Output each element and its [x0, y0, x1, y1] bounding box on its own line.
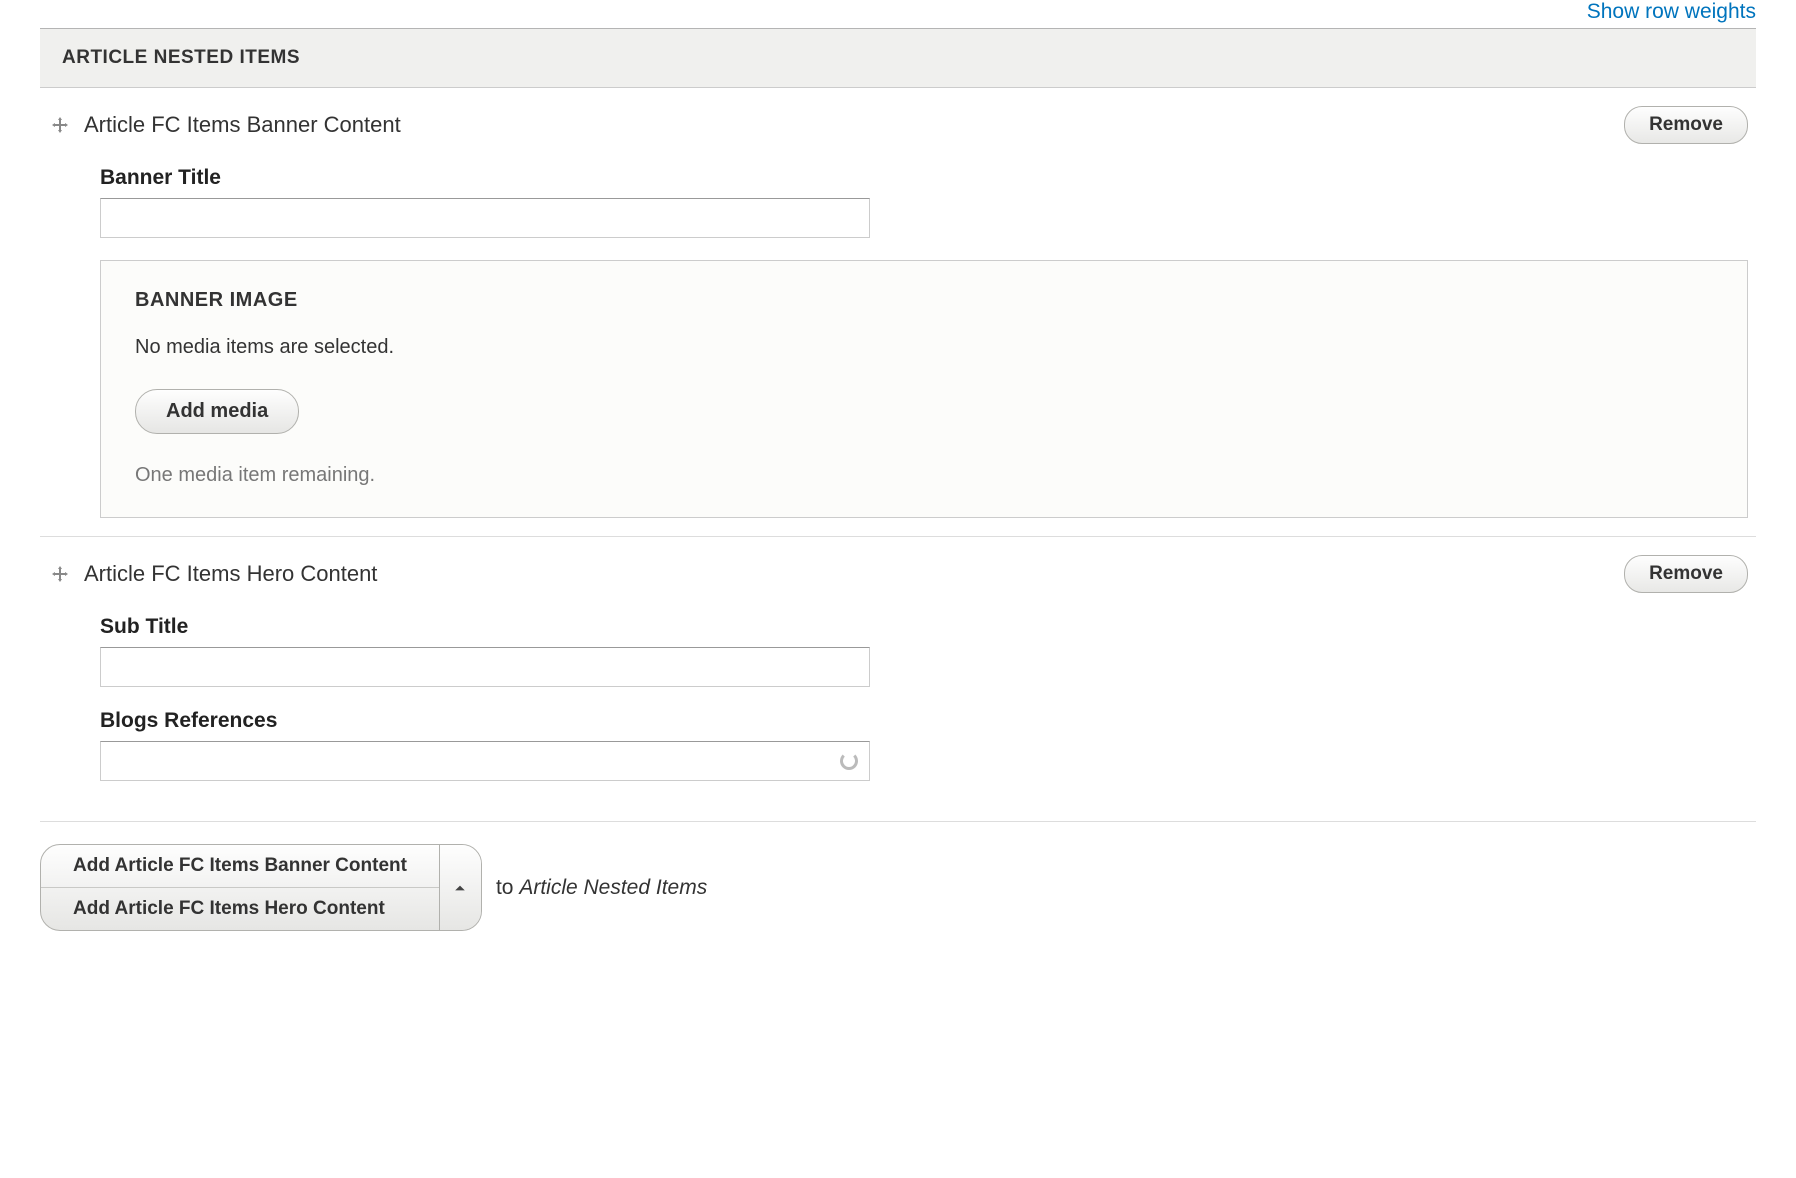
media-remaining-text: One media item remaining. — [135, 464, 1713, 487]
remove-button[interactable]: Remove — [1624, 106, 1748, 144]
add-media-button[interactable]: Add media — [135, 389, 299, 434]
sub-title-label: Sub Title — [100, 615, 1748, 639]
no-media-text: No media items are selected. — [135, 336, 1713, 359]
section-header: ARTICLE NESTED ITEMS — [40, 28, 1756, 88]
blogs-references-label: Blogs References — [100, 709, 1748, 733]
add-banner-content-button[interactable]: Add Article FC Items Banner Content — [41, 845, 439, 888]
nested-item-hero: Article FC Items Hero Content Remove Sub… — [40, 537, 1756, 822]
banner-title-label: Banner Title — [100, 166, 1748, 190]
show-row-weights-link[interactable]: Show row weights — [1587, 0, 1756, 23]
nested-item-banner: Article FC Items Banner Content Remove B… — [40, 88, 1756, 537]
blogs-references-input[interactable] — [100, 741, 870, 781]
chevron-up-icon — [454, 882, 466, 894]
item-title: Article FC Items Banner Content — [84, 112, 1624, 138]
add-to-text: to Article Nested Items — [496, 876, 707, 900]
add-dropdown-toggle[interactable] — [439, 845, 481, 930]
drag-handle-icon[interactable] — [48, 113, 72, 137]
autocomplete-throbber-icon — [840, 752, 858, 770]
drag-handle-icon[interactable] — [48, 562, 72, 586]
banner-image-legend: BANNER IMAGE — [135, 289, 1713, 312]
banner-image-fieldset: BANNER IMAGE No media items are selected… — [100, 260, 1748, 518]
add-section: Add Article FC Items Banner Content Add … — [40, 822, 1756, 949]
item-title: Article FC Items Hero Content — [84, 561, 1624, 587]
sub-title-input[interactable] — [100, 647, 870, 687]
add-hero-content-button[interactable]: Add Article FC Items Hero Content — [41, 888, 439, 930]
banner-title-input[interactable] — [100, 198, 870, 238]
remove-button[interactable]: Remove — [1624, 555, 1748, 593]
